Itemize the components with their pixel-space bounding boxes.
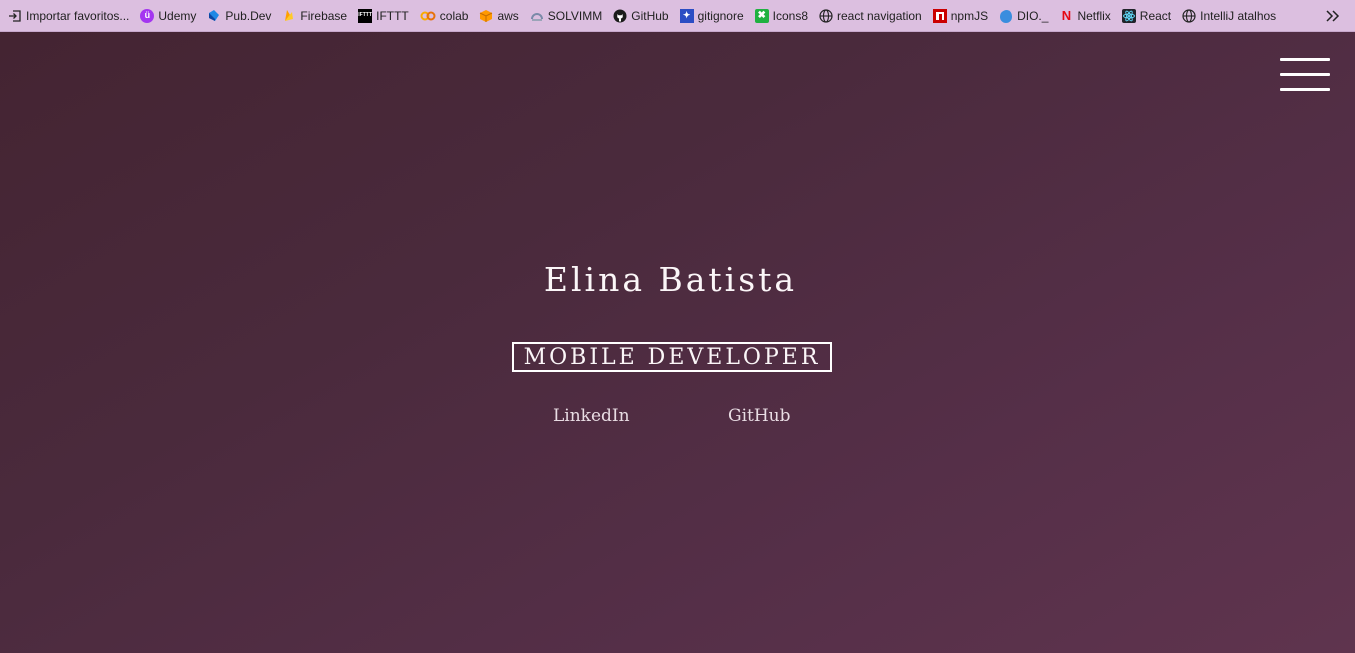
- bookmark-import-favorites[interactable]: Importar favoritos...: [4, 4, 133, 28]
- dart-icon: [207, 9, 221, 23]
- github-link[interactable]: GitHub: [728, 406, 791, 426]
- menu-line: [1280, 88, 1330, 91]
- bookmark-label: SOLVIMM: [547, 8, 603, 23]
- hero-section: Elina Batista MOBILE DEVELOPER LinkedIn …: [0, 32, 1355, 653]
- gitignore-icon: ✦: [679, 8, 694, 23]
- colab-icon: [420, 9, 436, 23]
- ifttt-icon: IFTTT: [358, 8, 373, 23]
- bookmark-npmjs[interactable]: npmJS: [929, 4, 992, 28]
- bookmark-label: aws: [497, 8, 519, 23]
- bookmark-icons8[interactable]: ✖ Icons8: [751, 4, 812, 28]
- bookmark-colab[interactable]: colab: [416, 4, 473, 28]
- bookmark-label: Netflix: [1077, 8, 1111, 23]
- bookmark-label: IFTTT: [376, 8, 409, 23]
- hamburger-menu-button[interactable]: [1280, 56, 1330, 94]
- bookmark-label: Firebase: [300, 8, 348, 23]
- menu-line: [1280, 73, 1330, 76]
- solvimm-icon: [530, 9, 544, 23]
- github-icon: [613, 9, 627, 23]
- bookmark-label: Pub.Dev: [225, 8, 272, 23]
- dio-icon: [999, 9, 1013, 23]
- bookmark-label: DIO._: [1017, 8, 1049, 23]
- npm-icon: [932, 8, 947, 23]
- bookmark-dio[interactable]: DIO._: [995, 4, 1052, 28]
- bookmarks-bar: Importar favoritos... ü Udemy Pub.Dev Fi…: [0, 0, 1355, 32]
- bookmark-label: colab: [439, 8, 469, 23]
- bookmark-gitignore[interactable]: ✦ gitignore: [676, 4, 748, 28]
- netflix-icon: N: [1061, 8, 1072, 23]
- profile-name: Elina Batista: [543, 260, 798, 299]
- globe-icon: [1182, 8, 1196, 23]
- bookmark-label: IntelliJ atalhos: [1200, 8, 1277, 23]
- bookmark-react-navigation[interactable]: react navigation: [815, 4, 926, 28]
- bookmark-react[interactable]: React: [1118, 4, 1175, 28]
- bookmark-label: Importar favoritos...: [26, 8, 130, 23]
- bookmark-firebase[interactable]: Firebase: [278, 4, 351, 28]
- linkedin-link[interactable]: LinkedIn: [553, 406, 630, 426]
- bookmark-label: React: [1139, 8, 1172, 23]
- bookmark-intellij-shortcuts[interactable]: IntelliJ atalhos: [1178, 4, 1280, 28]
- bookmark-label: react navigation: [837, 8, 922, 23]
- bookmark-label: Udemy: [158, 8, 197, 23]
- firebase-icon: [282, 9, 296, 23]
- aws-icon: [479, 9, 493, 23]
- bookmark-label: Icons8: [772, 8, 808, 23]
- bookmark-netflix[interactable]: N Netflix: [1055, 4, 1114, 28]
- bookmark-label: npmJS: [950, 8, 989, 23]
- bookmark-github[interactable]: GitHub: [609, 4, 672, 28]
- udemy-icon: ü: [140, 8, 155, 23]
- react-icon: [1121, 8, 1136, 23]
- import-icon: [8, 9, 22, 23]
- bookmark-solvimm[interactable]: SOLVIMM: [526, 4, 606, 28]
- bookmark-label: GitHub: [631, 8, 669, 23]
- menu-line: [1280, 58, 1330, 61]
- role-title: MOBILE DEVELOPER: [512, 342, 832, 372]
- bookmark-aws[interactable]: aws: [475, 4, 522, 28]
- bookmark-label: gitignore: [697, 8, 744, 23]
- bookmark-pubdev[interactable]: Pub.Dev: [203, 4, 275, 28]
- bookmark-udemy[interactable]: ü Udemy: [136, 4, 200, 28]
- icons8-icon: ✖: [754, 8, 769, 23]
- bookmarks-overflow-chevron-icon[interactable]: [1323, 6, 1343, 26]
- bookmark-ifttt[interactable]: IFTTT IFTTT: [354, 4, 413, 28]
- globe-icon: [819, 8, 833, 23]
